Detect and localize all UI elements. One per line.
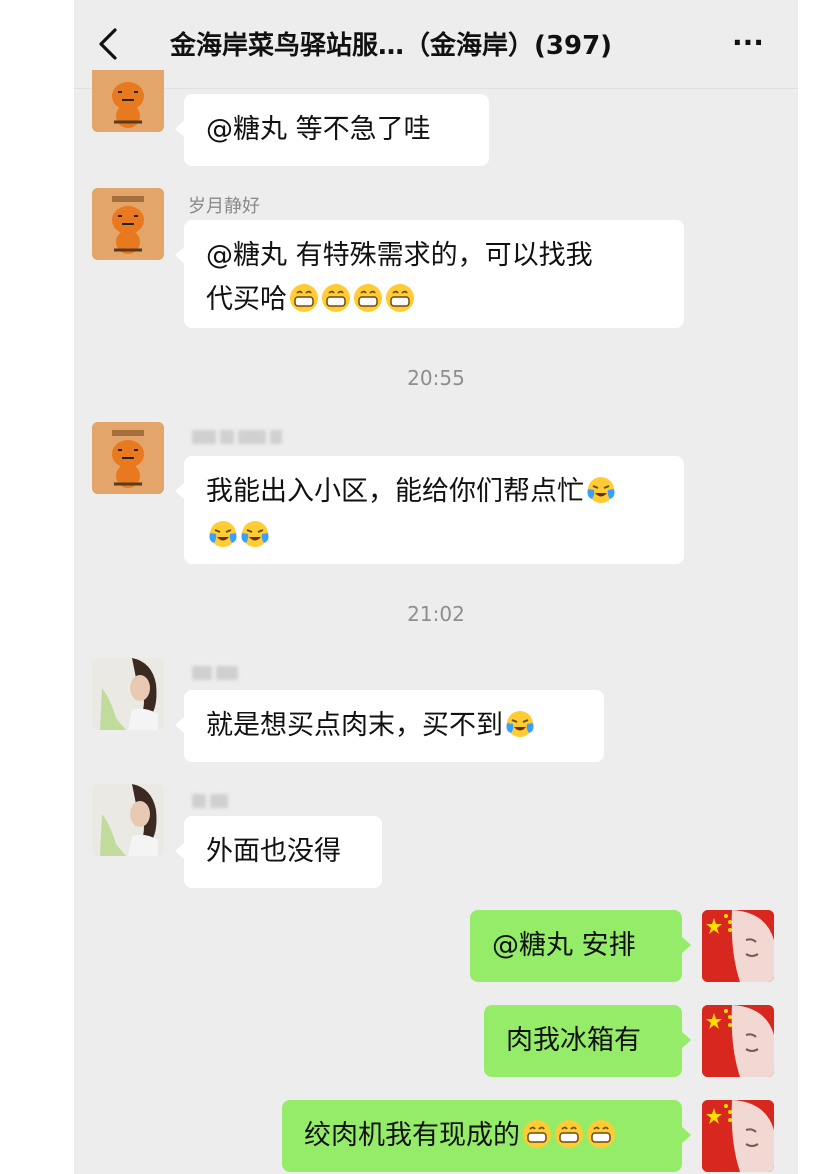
sender-name-blurred xyxy=(192,664,242,685)
person-photo-icon xyxy=(92,658,164,730)
sender-name: 岁月静好 xyxy=(188,196,260,217)
avatar[interactable] xyxy=(92,658,164,730)
message-bubble[interactable]: @糖丸 有特殊需求的，可以找我 代买哈 xyxy=(175,220,684,328)
back-button[interactable] xyxy=(88,22,128,66)
crying-laughing-emoji-icon xyxy=(209,521,237,547)
grinning-emoji-icon xyxy=(354,284,382,312)
grinning-emoji-icon xyxy=(587,1120,615,1148)
message-text: 肉我冰箱有 xyxy=(506,1025,641,1056)
message-text: @糖丸 安排 xyxy=(492,930,636,961)
tiger-icon xyxy=(92,70,164,132)
chat-header: 金海岸菜鸟驿站服…（金海岸）(397) ··· xyxy=(74,0,798,89)
message-bubble-outgoing[interactable]: @糖丸 安排 xyxy=(470,910,691,982)
grinning-emoji-icon xyxy=(555,1120,583,1148)
avatar[interactable] xyxy=(702,1100,774,1172)
sender-name-blurred xyxy=(192,428,286,449)
avatar[interactable] xyxy=(92,422,164,494)
flag-portrait-icon xyxy=(702,1100,774,1172)
message-text: 外面也没得 xyxy=(206,836,341,867)
chat-screen: 金海岸菜鸟驿站服…（金海岸）(397) ··· @糖丸 等不急了哇 岁月静好 @… xyxy=(74,0,798,1174)
crying-laughing-emoji-icon xyxy=(241,521,269,547)
message-text: 绞肉机我有现成的 xyxy=(304,1120,520,1151)
grinning-emoji-icon xyxy=(322,284,350,312)
message-bubble[interactable]: 外面也没得 xyxy=(175,816,382,888)
message-text: 代买哈 xyxy=(206,284,287,315)
message-text: 就是想买点肉末，买不到 xyxy=(206,710,503,741)
message-bubble[interactable]: 我能出入小区，能给你们帮点忙 xyxy=(175,456,684,564)
message-bubble[interactable]: 就是想买点肉末，买不到 xyxy=(175,690,604,762)
message-bubble[interactable]: @糖丸 等不急了哇 xyxy=(175,94,489,166)
avatar[interactable] xyxy=(92,188,164,260)
timestamp: 21:02 xyxy=(407,602,465,626)
message-bubble-outgoing[interactable]: 肉我冰箱有 xyxy=(484,1005,691,1077)
grinning-emoji-icon xyxy=(386,284,414,312)
avatar[interactable] xyxy=(92,784,164,856)
flag-portrait-icon xyxy=(702,910,774,982)
avatar[interactable] xyxy=(92,70,164,132)
grinning-emoji-icon xyxy=(523,1120,551,1148)
message-text-line2: 代买哈 xyxy=(206,278,662,322)
sender-name-blurred xyxy=(192,792,232,813)
message-text: @糖丸 等不急了哇 xyxy=(206,114,431,145)
message-text: 我能出入小区，能给你们帮点忙 xyxy=(206,476,584,507)
crying-laughing-emoji-icon xyxy=(587,477,615,503)
message-bubble-outgoing[interactable]: 绞肉机我有现成的 xyxy=(282,1100,691,1172)
message-line2 xyxy=(206,514,662,558)
tiger-icon xyxy=(92,188,164,260)
tiger-icon xyxy=(92,422,164,494)
timestamp: 20:55 xyxy=(407,366,465,390)
chevron-left-icon xyxy=(99,28,117,60)
message-line1: 我能出入小区，能给你们帮点忙 xyxy=(206,470,662,514)
avatar[interactable] xyxy=(702,1005,774,1077)
crying-laughing-emoji-icon xyxy=(506,711,534,737)
more-dots-icon: ··· xyxy=(732,26,764,59)
grinning-emoji-icon xyxy=(290,284,318,312)
avatar[interactable] xyxy=(702,910,774,982)
more-button[interactable]: ··· xyxy=(728,26,768,66)
flag-portrait-icon xyxy=(702,1005,774,1077)
message-text: @糖丸 有特殊需求的，可以找我 xyxy=(206,240,593,271)
person-photo-icon xyxy=(92,784,164,856)
chat-title[interactable]: 金海岸菜鸟驿站服…（金海岸）(397) xyxy=(170,26,690,66)
